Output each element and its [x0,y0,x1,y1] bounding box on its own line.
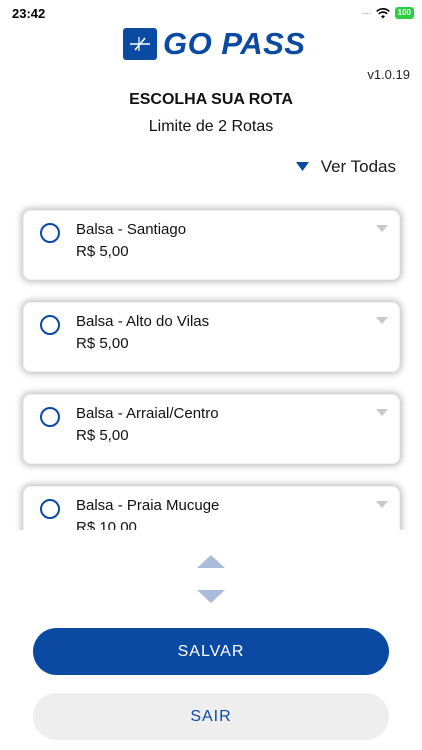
route-card[interactable]: Balsa - Praia Mucuge R$ 10,00 [23,486,400,530]
route-name: Balsa - Arraial/Centro [76,405,219,422]
status-time: 23:42 [12,6,46,21]
status-icons: ···· 100 [361,7,414,19]
scroll-down-icon [197,590,225,603]
route-name: Balsa - Santiago [76,221,187,238]
route-name: Balsa - Alto do Vilas [76,313,210,330]
route-name: Balsa - Praia Mucuge [76,497,220,514]
logo-icon [123,28,157,60]
route-list[interactable]: Balsa - Santiago R$ 5,00 Balsa - Alto do… [0,200,422,530]
chevron-down-icon[interactable] [376,225,388,232]
route-price: R$ 5,00 [76,243,129,260]
route-price: R$ 10,00 [76,519,137,530]
scroll-up-icon [197,555,225,568]
exit-button[interactable]: SAIR [33,693,389,740]
chevron-down-icon[interactable] [376,409,388,416]
route-card[interactable]: Balsa - Arraial/Centro R$ 5,00 [23,394,400,464]
save-button[interactable]: SALVAR [33,628,389,675]
logo-text: GO PASS [163,26,306,61]
app-version: v1.0.19 [367,67,410,82]
status-bar: 23:42 ···· 100 [0,0,422,26]
radio-icon[interactable] [40,223,60,243]
page-subtitle: Limite de 2 Rotas [148,118,274,135]
route-card[interactable]: Balsa - Alto do Vilas R$ 5,00 [23,302,400,372]
chevron-down-icon[interactable] [376,317,388,324]
chevron-down-icon[interactable] [376,501,388,508]
signal-icon: ···· [361,7,371,19]
route-price: R$ 5,00 [76,427,129,444]
radio-icon[interactable] [40,499,60,519]
battery-icon: 100 [394,7,414,19]
radio-icon[interactable] [40,315,60,335]
scroll-arrows[interactable] [196,554,226,604]
app-logo: GO PASS [123,28,305,60]
route-card[interactable]: Balsa - Santiago R$ 5,00 [23,210,400,280]
see-all-label: Ver Todas [320,157,396,176]
wifi-icon [375,7,390,18]
page-title: ESCOLHA SUA ROTA [129,91,293,108]
route-price: R$ 5,00 [76,335,129,352]
caret-down-icon [295,162,309,171]
see-all-toggle[interactable]: Ver Todas [295,157,396,177]
radio-icon[interactable] [40,407,60,427]
